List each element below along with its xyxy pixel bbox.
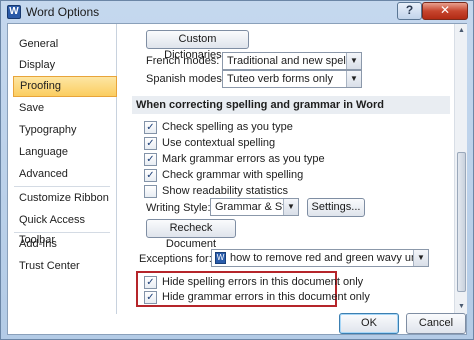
nav-separator	[14, 186, 110, 187]
dialog-footer: OK Cancel	[1, 306, 473, 340]
spanish-modes-label: Spanish modes:	[146, 73, 225, 85]
nav-separator	[14, 232, 110, 233]
option-label: Use contextual spelling	[162, 137, 276, 149]
option-label: Mark grammar errors as you type	[162, 153, 325, 165]
nav-item-display[interactable]: Display	[13, 55, 117, 76]
nav-item-language[interactable]: Language	[13, 142, 117, 163]
scroll-up-icon[interactable]: ▲	[457, 26, 466, 35]
nav-item-advanced[interactable]: Advanced	[13, 164, 117, 185]
panel-scrollbar[interactable]: ▲ ▼	[454, 24, 467, 314]
spanish-modes-select[interactable]: Tuteo verb forms only ▼	[222, 70, 362, 88]
custom-dictionaries-button[interactable]: Custom Dictionaries...	[146, 30, 249, 61]
word-options-dialog: W Word Options ? ✕ General Display Proof…	[0, 0, 474, 340]
close-button[interactable]: ✕	[422, 2, 468, 20]
option-label: Hide spelling errors in this document on…	[162, 276, 364, 288]
help-button[interactable]: ?	[397, 2, 422, 20]
french-modes-select[interactable]: Traditional and new spellings ▼	[222, 52, 362, 70]
recheck-document-button[interactable]: Recheck Document	[146, 219, 236, 250]
french-modes-label: French modes:	[146, 55, 220, 67]
checkbox[interactable]: ✓	[144, 121, 157, 134]
ok-button[interactable]: OK	[339, 313, 399, 334]
option-label: Hide grammar errors in this document onl…	[162, 291, 370, 303]
spanish-modes-value: Tuteo verb forms only	[227, 73, 333, 85]
word-document-icon: W	[215, 252, 226, 264]
word-app-icon: W	[7, 5, 21, 19]
writing-style-label: Writing Style:	[146, 202, 211, 214]
exceptions-label: Exceptions for:	[139, 253, 212, 265]
nav-item-trust-center[interactable]: Trust Center	[13, 256, 117, 277]
scroll-thumb[interactable]	[457, 152, 466, 292]
cancel-button[interactable]: Cancel	[406, 313, 466, 334]
option-label: Check spelling as you type	[162, 121, 293, 133]
option-label: Show readability statistics	[162, 185, 288, 197]
nav-item-customize-ribbon[interactable]: Customize Ribbon	[13, 188, 117, 209]
nav-item-typography[interactable]: Typography	[13, 120, 117, 141]
options-nav: General Display Proofing Save Typography…	[8, 24, 117, 314]
exceptions-document-select[interactable]: W how to remove red and green wavy unde.…	[211, 249, 429, 267]
checkbox[interactable]: ✓	[144, 137, 157, 150]
checkbox[interactable]	[144, 185, 157, 198]
settings-button[interactable]: Settings...	[307, 198, 365, 217]
chevron-down-icon[interactable]: ▼	[346, 53, 361, 69]
checkbox[interactable]: ✓	[144, 291, 157, 304]
nav-item-save[interactable]: Save	[13, 98, 117, 119]
chevron-down-icon[interactable]: ▼	[346, 71, 361, 87]
section-title-spelling-grammar: When correcting spelling and grammar in …	[132, 96, 450, 114]
option-label: Check grammar with spelling	[162, 169, 304, 181]
writing-style-select[interactable]: Grammar & Style ▼	[210, 198, 299, 216]
french-modes-value: Traditional and new spellings	[227, 55, 362, 67]
dialog-title: Word Options	[26, 5, 100, 19]
nav-item-add-ins[interactable]: Add-Ins	[13, 234, 117, 255]
checkbox[interactable]: ✓	[144, 153, 157, 166]
chevron-down-icon[interactable]: ▼	[413, 250, 428, 266]
exceptions-document-value: how to remove red and green wavy unde...	[230, 252, 429, 264]
title-bar: W Word Options ? ✕	[1, 1, 473, 23]
nav-item-quick-access-toolbar[interactable]: Quick Access Toolbar	[13, 210, 117, 246]
checkbox[interactable]: ✓	[144, 169, 157, 182]
checkbox[interactable]: ✓	[144, 276, 157, 289]
nav-item-general[interactable]: General	[13, 34, 117, 55]
nav-item-proofing[interactable]: Proofing	[13, 76, 117, 97]
chevron-down-icon[interactable]: ▼	[283, 199, 298, 215]
